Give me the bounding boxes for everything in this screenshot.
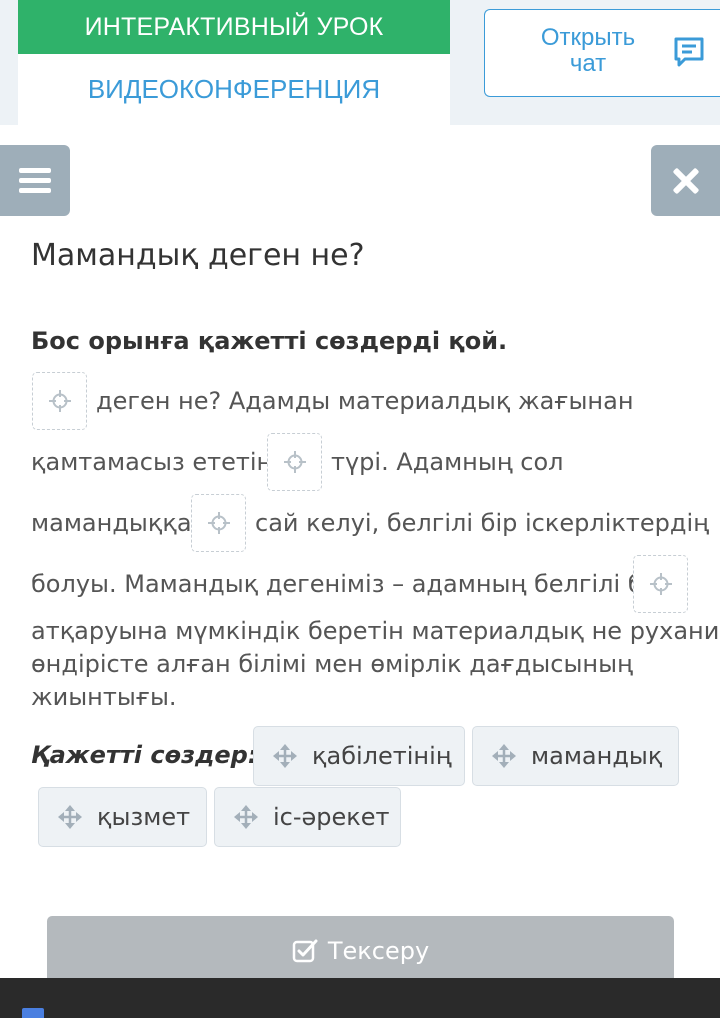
- crosshair-icon: [650, 573, 672, 595]
- text-fragment: қамтамасыз ететін: [31, 448, 273, 476]
- crosshair-icon: [208, 512, 230, 534]
- words-label: Қажетті сөздер:: [31, 741, 258, 769]
- text-fragment: жиынтығы.: [31, 683, 177, 711]
- move-arrows-icon: [273, 744, 297, 768]
- chat-icon: [674, 37, 704, 67]
- check-button-label: Тексеру: [327, 937, 430, 965]
- drop-slot-1[interactable]: [32, 372, 87, 430]
- open-chat-button[interactable]: Открыть чат: [484, 9, 720, 97]
- word-chip-label: іс-әрекет: [273, 803, 390, 831]
- word-chip-label: қызмет: [97, 803, 191, 831]
- page-title: Мамандық деген не?: [31, 238, 365, 273]
- checkbox-check-icon: [292, 939, 318, 963]
- open-chat-label: Открыть чат: [540, 24, 636, 77]
- text-fragment: атқаруына мүмкіндік беретін материалдық …: [31, 617, 720, 645]
- word-chip-label: мамандық: [531, 742, 663, 770]
- text-fragment: деген не? Адамды материалдық жағынан: [96, 387, 634, 415]
- tab-video-conference[interactable]: ВИДЕОКОНФЕРЕНЦИЯ: [18, 54, 450, 125]
- drop-slot-3[interactable]: [191, 494, 246, 552]
- text-fragment: түрі. Адамның сол: [331, 448, 564, 476]
- word-chip[interactable]: қабілетінің: [253, 726, 465, 786]
- drop-slot-2[interactable]: [267, 433, 322, 491]
- move-arrows-icon: [492, 744, 516, 768]
- text-fragment: мамандыққа: [31, 509, 192, 537]
- crosshair-icon: [284, 451, 306, 473]
- menu-button[interactable]: [0, 145, 70, 216]
- app-icon: [22, 1008, 44, 1018]
- top-bar: ИНТЕРАКТИВНЫЙ УРОК ВИДЕОКОНФЕРЕНЦИЯ Откр…: [0, 0, 720, 125]
- hamburger-icon: [19, 168, 51, 173]
- task-instruction: Бос орынға қажетті сөздерді қой.: [31, 327, 508, 355]
- text-fragment: сай келуі, белгілі бір іскерліктердің: [255, 509, 709, 537]
- drop-slot-4[interactable]: [633, 555, 688, 613]
- move-arrows-icon: [58, 805, 82, 829]
- word-chip[interactable]: мамандық: [472, 726, 679, 786]
- word-chip-label: қабілетінің: [312, 742, 452, 770]
- move-arrows-icon: [234, 805, 258, 829]
- check-button[interactable]: Тексеру: [47, 916, 674, 986]
- close-button[interactable]: [651, 145, 720, 216]
- text-fragment: болуы. Мамандық дегеніміз – адамның белг…: [31, 570, 665, 598]
- bottom-system-bar: [0, 978, 720, 1018]
- word-chip[interactable]: қызмет: [38, 787, 207, 847]
- word-chip[interactable]: іс-әрекет: [214, 787, 401, 847]
- crosshair-icon: [49, 390, 71, 412]
- text-fragment: өндірісте алған білімі мен өмірлік дағды…: [31, 650, 633, 678]
- tab-interactive-lesson[interactable]: ИНТЕРАКТИВНЫЙ УРОК: [18, 0, 450, 54]
